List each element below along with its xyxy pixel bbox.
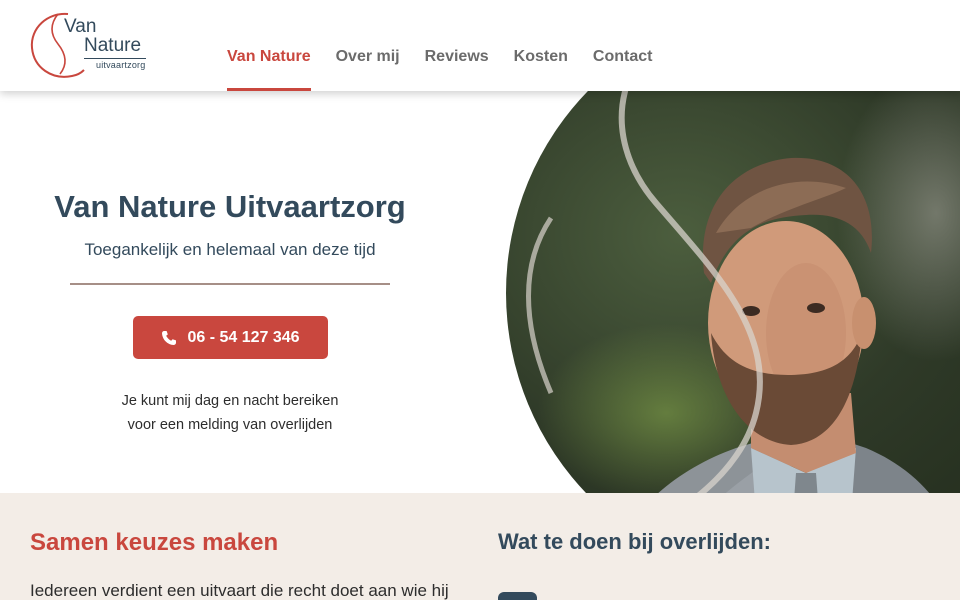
nav-item-reviews[interactable]: Reviews xyxy=(425,0,489,91)
site-header: Van Nature uitvaartzorg Van Nature Over … xyxy=(0,0,960,91)
step-badge xyxy=(498,592,537,600)
hero-note-line-1: Je kunt mij dag en nacht bereiken xyxy=(121,393,339,409)
hero-note: Je kunt mij dag en nacht bereiken voor e… xyxy=(0,389,460,437)
hero-subtitle: Toegankelijk en helemaal van deze tijd xyxy=(84,240,376,259)
hero-section: Van Nature Uitvaartzorg Toegankelijk en … xyxy=(0,91,960,493)
logo-subtitle: uitvaartzorg xyxy=(96,60,146,70)
main-nav: Van Nature Over mij Reviews Kosten Conta… xyxy=(227,0,677,91)
nav-item-van-nature[interactable]: Van Nature xyxy=(227,0,311,91)
nav-item-contact[interactable]: Contact xyxy=(593,0,653,91)
hero-divider xyxy=(70,283,390,285)
hero-title: Van Nature Uitvaartzorg xyxy=(54,189,406,224)
portrait-photo xyxy=(506,91,960,493)
phone-icon xyxy=(162,330,177,345)
nav-item-kosten[interactable]: Kosten xyxy=(514,0,568,91)
hero-note-line-2: voor een melding van overlijden xyxy=(127,417,333,433)
person-figure xyxy=(526,91,930,493)
photo-circle xyxy=(506,91,960,493)
section-title-keuzes: Samen keuzes maken xyxy=(30,529,279,556)
logo[interactable]: Van Nature uitvaartzorg xyxy=(28,10,153,82)
call-button-label: 06 - 54 127 346 xyxy=(187,328,300,346)
logo-nature-text: Nature xyxy=(84,35,142,56)
nav-item-over-mij[interactable]: Over mij xyxy=(336,0,400,91)
section-text-keuzes: Iedereen verdient een uitvaart die recht… xyxy=(30,581,449,600)
logo-divider xyxy=(84,58,146,59)
section-title-overlijden: Wat te doen bij overlijden: xyxy=(498,529,771,554)
call-button[interactable]: 06 - 54 127 346 xyxy=(133,316,328,359)
content-section: Samen keuzes maken Iedereen verdient een… xyxy=(0,493,960,600)
